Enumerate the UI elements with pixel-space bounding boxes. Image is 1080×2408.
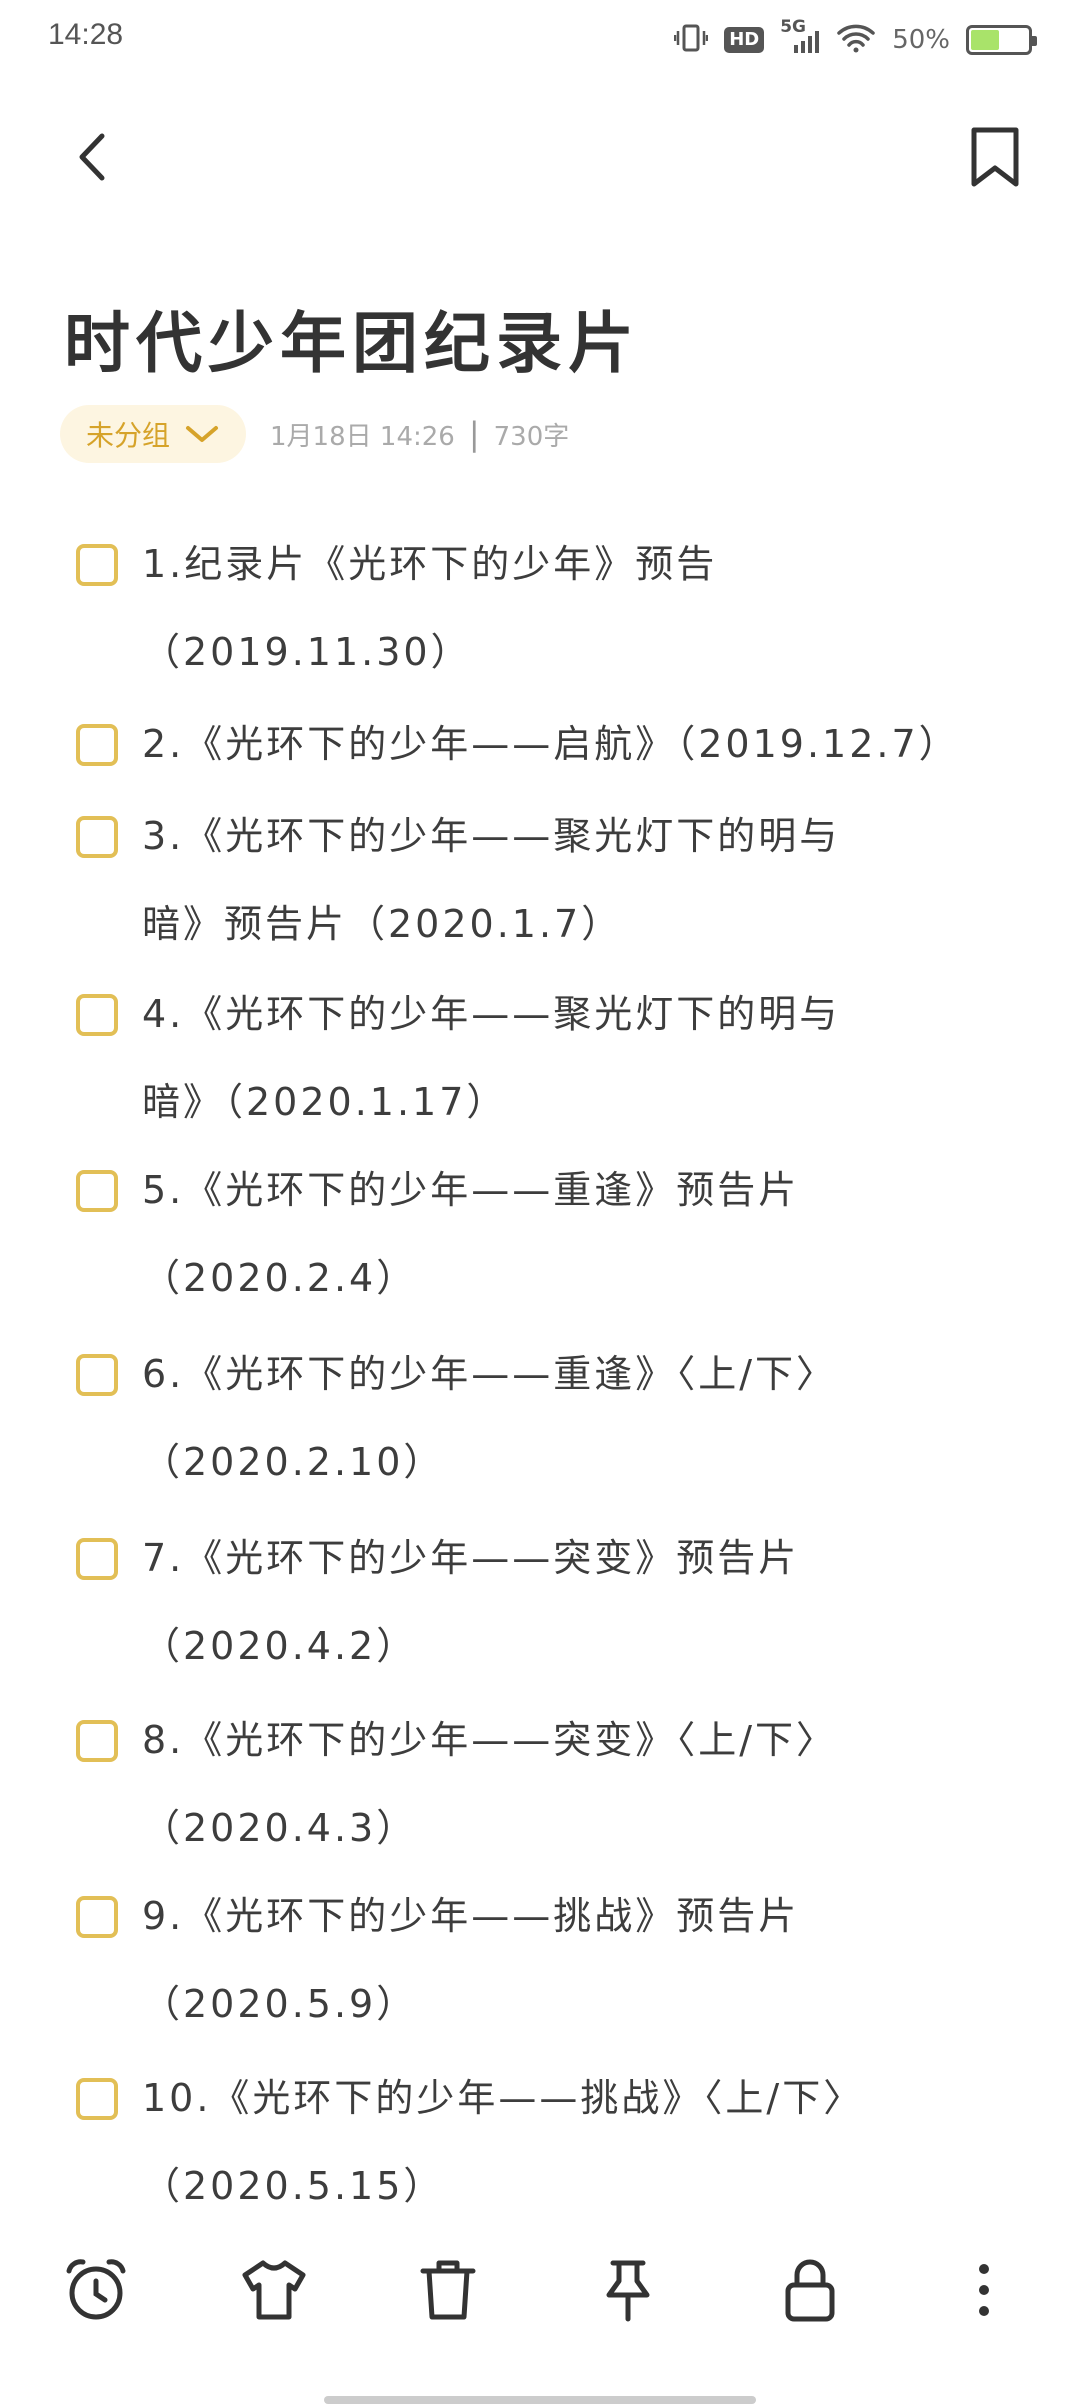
checklist-item: 3.《光环下的少年——聚光灯下的明与 暗》预告片（2020.1.7） — [0, 792, 1080, 970]
item-line-2: （2020.4.2） — [142, 1624, 418, 1668]
lock-button[interactable] — [770, 2250, 850, 2330]
checkbox[interactable] — [76, 544, 118, 586]
bookmark-button[interactable] — [960, 122, 1030, 192]
item-line-1: 6.《光环下的少年——重逢》〈上/下〉 — [142, 1352, 838, 1396]
reminder-button[interactable] — [56, 2250, 136, 2330]
word-count: 730字 — [493, 421, 570, 452]
note-title[interactable]: 时代少年团纪录片 — [64, 290, 640, 386]
item-line-1: 7.《光环下的少年——突变》预告片 — [142, 1536, 800, 1580]
wifi-icon — [836, 23, 876, 57]
bookmark-icon — [971, 127, 1019, 187]
item-text[interactable]: 4.《光环下的少年——聚光灯下的明与 暗》（2020.1.17） — [142, 970, 1022, 1146]
checkbox[interactable] — [76, 994, 118, 1036]
top-bar — [0, 110, 1080, 200]
item-line-1: 9.《光环下的少年——挑战》预告片 — [142, 1894, 800, 1938]
home-indicator[interactable] — [324, 2396, 756, 2404]
item-text[interactable]: 1.纪录片《光环下的少年》预告 （2019.11.30） — [142, 520, 1022, 696]
item-line-2: （2020.2.4） — [142, 1256, 418, 1300]
pin-button[interactable] — [588, 2250, 668, 2330]
checklist-item: 2.《光环下的少年——启航》（2019.12.7） — [0, 700, 1080, 792]
meta-separator: | — [468, 415, 480, 453]
item-text[interactable]: 3.《光环下的少年——聚光灯下的明与 暗》预告片（2020.1.7） — [142, 792, 1022, 968]
item-text[interactable]: 5.《光环下的少年——重逢》预告片 （2020.2.4） — [142, 1146, 1022, 1322]
checkbox[interactable] — [76, 1538, 118, 1580]
item-text[interactable]: 9.《光环下的少年——挑战》预告片 （2020.5.9） — [142, 1872, 1022, 2048]
chevron-down-icon — [186, 426, 219, 442]
checklist-item: 9.《光环下的少年——挑战》预告片 （2020.5.9） — [0, 1872, 1080, 2054]
item-line-1: 3.《光环下的少年——聚光灯下的明与 — [142, 814, 841, 858]
hd-badge: HD — [724, 27, 765, 53]
more-button[interactable] — [944, 2250, 1024, 2330]
item-line-2: （2020.5.15） — [142, 2164, 445, 2208]
status-bar: 14:28 HD 5G 50% — [0, 0, 1080, 80]
note-date: 1月18日 14:26 — [270, 421, 455, 452]
checklist-item: 8.《光环下的少年——突变》〈上/下〉 （2020.4.3） — [0, 1696, 1080, 1872]
checklist-item: 5.《光环下的少年——重逢》预告片 （2020.2.4） — [0, 1146, 1080, 1330]
group-selector[interactable]: 未分组 — [60, 405, 247, 463]
checkbox[interactable] — [76, 1896, 118, 1938]
battery-percent: 50% — [892, 25, 950, 55]
theme-button[interactable] — [234, 2250, 314, 2330]
network-label: 5G — [780, 17, 806, 37]
status-time: 14:28 — [48, 18, 124, 51]
checkbox[interactable] — [76, 724, 118, 766]
item-text[interactable]: 7.《光环下的少年——突变》预告片 （2020.4.2） — [142, 1514, 1022, 1690]
item-line-2: 暗》预告片（2020.1.7） — [142, 902, 623, 946]
checklist-item: 10.《光环下的少年——挑战》〈上/下〉 （2020.5.15） — [0, 2054, 1080, 2220]
checkbox[interactable] — [76, 1170, 118, 1212]
item-line-1: 1.纪录片《光环下的少年》预告 — [142, 542, 718, 586]
item-line-1: 8.《光环下的少年——突变》〈上/下〉 — [142, 1718, 838, 1762]
checklist-item: 1.纪录片《光环下的少年》预告 （2019.11.30） — [0, 520, 1080, 700]
item-line-2: （2020.5.9） — [142, 1982, 418, 2026]
battery-icon — [966, 25, 1037, 55]
item-line-2: （2019.11.30） — [142, 630, 472, 674]
item-text[interactable]: 10.《光环下的少年——挑战》〈上/下〉 （2020.5.15） — [142, 2054, 1022, 2220]
checkbox[interactable] — [76, 816, 118, 858]
item-line-2: （2020.4.3） — [142, 1806, 418, 1850]
item-text[interactable]: 8.《光环下的少年——突变》〈上/下〉 （2020.4.3） — [142, 1696, 1022, 1872]
item-line-1: 2.《光环下的少年——启航》（2019.12.7） — [142, 722, 960, 766]
checkbox[interactable] — [76, 2078, 118, 2120]
lock-icon — [785, 2259, 835, 2322]
trash-icon — [420, 2260, 476, 2320]
signal-icon: 5G — [780, 17, 820, 55]
item-text[interactable]: 2.《光环下的少年——启航》（2019.12.7） — [142, 700, 1022, 788]
item-line-2: （2020.2.10） — [142, 1440, 445, 1484]
checklist-item: 4.《光环下的少年——聚光灯下的明与 暗》（2020.1.17） — [0, 970, 1080, 1146]
chevron-left-icon — [79, 133, 105, 181]
status-icons: HD 5G 50% — [673, 17, 1037, 60]
checklist-item: 7.《光环下的少年——突变》预告片 （2020.4.2） — [0, 1514, 1080, 1696]
vibrate-icon — [673, 23, 709, 57]
alarm-clock-icon — [66, 2259, 126, 2320]
item-text[interactable]: 6.《光环下的少年——重逢》〈上/下〉 （2020.2.10） — [142, 1330, 1022, 1506]
item-line-1: 10.《光环下的少年——挑战》〈上/下〉 — [142, 2076, 865, 2120]
bottom-toolbar — [0, 2220, 1080, 2360]
note-meta: 未分组 1月18日 14:26 | 730字 — [60, 404, 569, 464]
checkbox[interactable] — [76, 1354, 118, 1396]
battery-fill — [971, 30, 999, 50]
group-label: 未分组 — [86, 419, 171, 452]
checkbox[interactable] — [76, 1720, 118, 1762]
back-button[interactable] — [60, 122, 130, 192]
shirt-icon — [242, 2260, 306, 2320]
item-line-1: 5.《光环下的少年——重逢》预告片 — [142, 1168, 800, 1212]
pin-icon — [606, 2260, 650, 2322]
item-line-2: 暗》（2020.1.17） — [142, 1080, 508, 1124]
checklist-item: 6.《光环下的少年——重逢》〈上/下〉 （2020.2.10） — [0, 1330, 1080, 1514]
more-vertical-icon — [979, 2264, 989, 2316]
delete-button[interactable] — [408, 2250, 488, 2330]
item-line-1: 4.《光环下的少年——聚光灯下的明与 — [142, 992, 841, 1036]
